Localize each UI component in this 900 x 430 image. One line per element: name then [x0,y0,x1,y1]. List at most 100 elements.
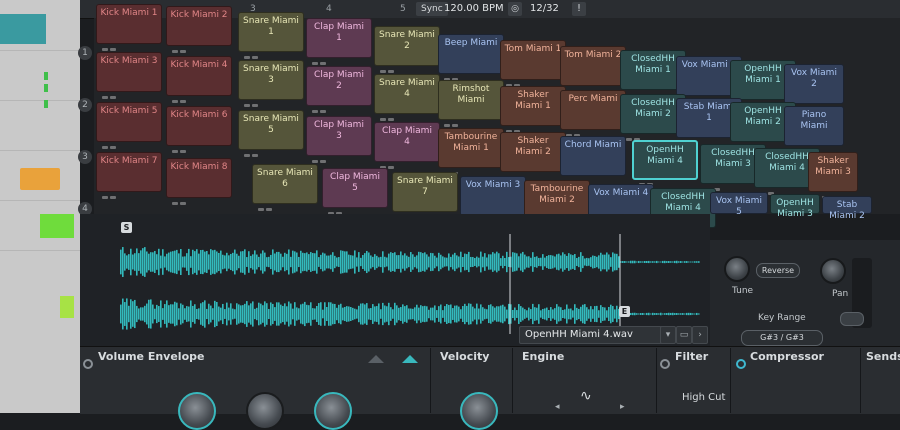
row-number: 2 [78,98,92,112]
tempo-display[interactable]: 120.00 BPM [444,2,504,16]
pad-label: Kick Miami 8 [170,162,228,172]
pad-indicator [790,96,806,111]
pad[interactable]: Kick Miami 8 [166,158,232,205]
pad[interactable]: Shaker Miami 3 [808,152,858,199]
pad[interactable]: Tambourine Miami 1 [438,128,504,175]
hold-knob[interactable] [246,392,284,430]
sample-file-name[interactable]: OpenHH Miami 4.wav [519,326,664,344]
pad[interactable]: Perc Miami [560,90,626,137]
pad-label: Clap Miami 4 [382,126,432,147]
pad[interactable]: Kick Miami 1 [96,4,162,51]
pad-indicator [682,88,698,103]
pad[interactable]: Snare Miami 6 [252,164,318,211]
decay-knob[interactable] [314,392,352,430]
pad[interactable]: Stab Miami 2 [822,196,872,221]
pad[interactable]: Snare Miami 1 [238,12,304,59]
daw-clip[interactable] [60,296,74,318]
sample-menu-icon[interactable]: ▾ [660,326,676,344]
pad[interactable]: Snare Miami 3 [238,60,304,107]
pan-knob[interactable] [820,258,846,284]
pad[interactable]: Snare Miami 7 [392,172,458,219]
pad-label: ClosedHH Miami 2 [631,98,675,119]
daw-clip[interactable] [20,168,60,190]
velocity-knob[interactable] [460,392,498,430]
pad[interactable]: OpenHH Miami 3 [770,194,820,219]
lane-divider [0,200,80,201]
pad-label: Snare Miami 6 [257,168,313,189]
pad[interactable]: Rimshot Miami [438,80,504,127]
power-icon[interactable] [660,359,670,369]
envelope-shape-icon[interactable] [368,355,384,363]
pad[interactable]: Tom Miami 1 [500,40,566,87]
pad-label: Shaker Miami 2 [515,136,551,157]
key-range-field[interactable]: G#3 / G#3 [741,330,823,346]
high-cut-label[interactable]: High Cut [682,392,725,403]
toggle-switch[interactable] [840,312,864,326]
pad-indicator [380,106,396,121]
column-number: 4 [326,4,332,14]
pad[interactable]: Snare Miami 2 [374,26,440,73]
pad-label: Clap Miami 5 [330,172,380,193]
pad-selected[interactable]: OpenHH Miami 4 [632,140,698,186]
warning-icon[interactable]: ! [572,2,586,16]
pad-label: OpenHH Miami 4 [646,145,684,166]
pad[interactable]: Beep Miami [438,34,504,81]
pad-indicator [380,58,396,73]
pad-label: Kick Miami 7 [100,156,158,166]
lane-divider [0,150,80,151]
browse-icon[interactable]: › [692,326,708,344]
daw-clip[interactable] [0,14,46,44]
pad[interactable]: Snare Miami 4 [374,74,440,121]
pad-label: Vox Miami 5 [716,196,762,217]
pad-label: Vox Miami 4 [593,188,649,198]
pad-indicator [444,160,460,175]
pad[interactable]: Kick Miami 3 [96,52,162,99]
start-marker[interactable]: S [121,222,132,233]
end-marker[interactable]: E [619,306,630,317]
power-icon[interactable] [736,359,746,369]
compressor-title: Compressor [750,350,824,363]
pad[interactable]: Kick Miami 7 [96,152,162,199]
pad-label: Tambourine Miami 2 [530,184,584,205]
module-divider [430,348,431,413]
pad-label: Stab Miami 2 [829,200,865,221]
sync-button[interactable]: Sync [416,2,448,16]
pad[interactable]: Piano Miami [784,106,844,153]
power-icon[interactable] [83,359,93,369]
pad[interactable]: Shaker Miami 1 [500,86,566,133]
pad[interactable]: Clap Miami 2 [306,66,372,113]
pad[interactable]: Vox Miami 3 [460,176,526,223]
pad[interactable]: Clap Miami 3 [306,116,372,163]
pad[interactable]: Snare Miami 5 [238,110,304,157]
pan-label: Pan [832,289,849,299]
pad-indicator [312,148,328,163]
pad[interactable]: Kick Miami 5 [96,102,162,149]
tune-knob[interactable] [724,256,750,282]
folder-icon[interactable]: ▭ [676,326,692,344]
pad-label: Piano Miami [800,110,828,131]
engine-next-icon[interactable]: ▸ [620,402,625,412]
quantize-display[interactable]: 12/32 [530,2,559,16]
engine-prev-icon[interactable]: ◂ [555,402,560,412]
metronome-icon[interactable]: ◎ [508,2,522,16]
attack-knob[interactable] [178,392,216,430]
pad[interactable]: Chord Miami [560,136,626,183]
pad[interactable]: Kick Miami 6 [166,106,232,153]
pad-indicator [172,88,188,103]
pad[interactable]: Clap Miami 5 [322,168,388,215]
pad-indicator [312,98,328,113]
pad[interactable]: Kick Miami 2 [166,6,232,53]
pad-indicator [682,130,698,145]
pad[interactable]: Kick Miami 4 [166,56,232,103]
reverse-button[interactable]: Reverse [756,263,800,278]
pad[interactable]: Vox Miami 2 [784,64,844,111]
pad[interactable]: Clap Miami 1 [306,18,372,65]
pad[interactable]: Vox Miami 5 [710,192,768,217]
volume-envelope-title: Volume Envelope [98,350,205,363]
pad[interactable]: Tom Miami 2 [560,46,626,93]
pad[interactable]: Clap Miami 4 [374,122,440,169]
pad-label: ClosedHH Miami 1 [631,54,675,75]
daw-clip[interactable] [40,214,74,238]
envelope-shape-icon[interactable] [402,355,418,363]
pad[interactable]: Shaker Miami 2 [500,132,566,179]
